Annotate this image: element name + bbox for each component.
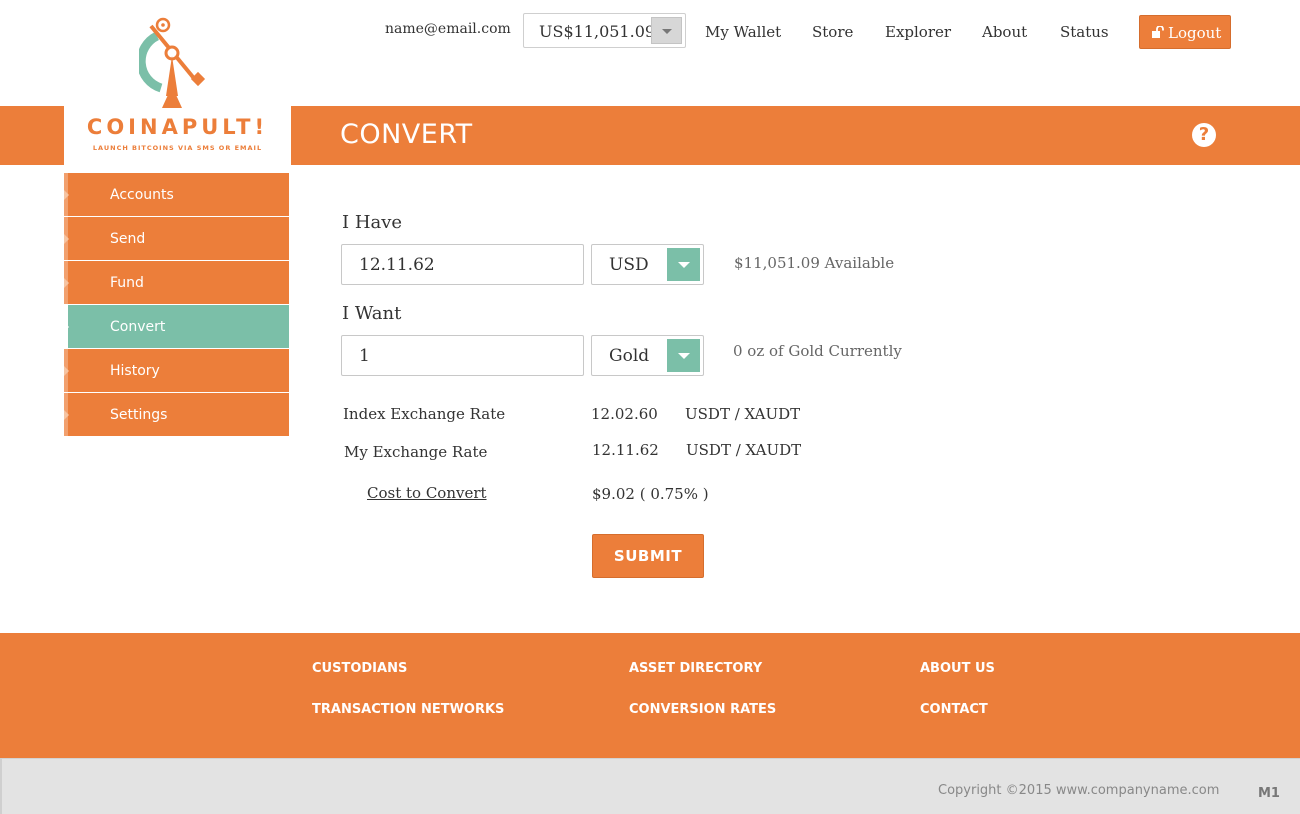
index-rate-label: Index Exchange Rate <box>343 405 506 423</box>
current-holding-note: 0 oz of Gold Currently <box>733 342 902 360</box>
footer: CUSTODIANS TRANSACTION NETWORKS ASSET DI… <box>0 633 1300 758</box>
footer-link-contact[interactable]: CONTACT <box>920 702 988 717</box>
my-rate-label: My Exchange Rate <box>344 443 488 461</box>
cost-to-convert-link[interactable]: Cost to Convert <box>367 484 487 502</box>
sidebar: Accounts Send Fund Convert History Setti… <box>64 173 289 437</box>
logout-label: Logout <box>1168 24 1222 42</box>
sidebar-item-label: Fund <box>110 275 144 291</box>
i-have-label: I Have <box>342 212 403 233</box>
footer-link-transaction-networks[interactable]: TRANSACTION NETWORKS <box>312 702 504 717</box>
my-rate-value: 12.11.62 <box>592 441 659 459</box>
sidebar-notch <box>64 234 69 244</box>
balance-value: US$11,051.09 <box>539 22 656 41</box>
sidebar-item-convert[interactable]: Convert <box>64 305 289 348</box>
sidebar-notch <box>64 190 69 200</box>
index-rate-value: 12.02.60 <box>591 405 658 423</box>
nav-about[interactable]: About <box>982 23 1027 41</box>
have-amount-input[interactable] <box>341 244 584 285</box>
catapult-logo-icon <box>139 17 206 108</box>
want-currency-select[interactable]: Gold <box>591 335 704 376</box>
footer-link-about-us[interactable]: ABOUT US <box>920 661 995 676</box>
footer-link-asset-directory[interactable]: ASSET DIRECTORY <box>629 661 762 676</box>
sidebar-notch <box>64 410 69 420</box>
nav-status[interactable]: Status <box>1060 23 1109 41</box>
sidebar-item-send[interactable]: Send <box>64 217 289 260</box>
logo[interactable]: COINAPULT! LAUNCH BITCOINS VIA SMS OR EM… <box>64 0 291 165</box>
sidebar-item-label: Accounts <box>110 187 174 203</box>
sidebar-item-settings[interactable]: Settings <box>64 393 289 436</box>
my-rate-unit: USDT / XAUDT <box>686 441 802 459</box>
have-currency-value: USD <box>609 255 649 275</box>
nav-store[interactable]: Store <box>812 23 853 41</box>
chevron-down-icon[interactable] <box>667 248 700 281</box>
i-want-label: I Want <box>342 303 402 324</box>
logo-name: COINAPULT! <box>86 115 269 139</box>
user-email: name@email.com <box>385 21 511 37</box>
logout-button[interactable]: Logout <box>1139 15 1231 49</box>
sidebar-item-label: Convert <box>110 319 166 335</box>
sidebar-notch <box>64 366 69 376</box>
unlock-icon <box>1152 26 1164 38</box>
want-amount-input[interactable] <box>341 335 584 376</box>
balance-dropdown[interactable]: US$11,051.09 <box>523 13 686 48</box>
page-title: CONVERT <box>340 119 473 150</box>
available-balance-note: $11,051.09 Available <box>734 254 895 272</box>
help-icon[interactable]: ? <box>1192 123 1216 147</box>
nav-explorer[interactable]: Explorer <box>885 23 951 41</box>
version-label: M1 <box>1258 786 1280 801</box>
sidebar-notch <box>64 278 69 288</box>
footer-link-custodians[interactable]: CUSTODIANS <box>312 661 407 676</box>
submit-button[interactable]: SUBMIT <box>592 534 704 578</box>
sidebar-notch <box>64 322 69 332</box>
logo-tagline: LAUNCH BITCOINS VIA SMS OR EMAIL <box>92 144 263 152</box>
sidebar-item-label: Settings <box>110 407 168 423</box>
sidebar-item-fund[interactable]: Fund <box>64 261 289 304</box>
sidebar-item-history[interactable]: History <box>64 349 289 392</box>
chevron-down-icon[interactable] <box>667 339 700 372</box>
sidebar-item-label: Send <box>110 231 146 247</box>
copyright-text: Copyright ©2015 www.companyname.com <box>938 783 1220 798</box>
have-currency-select[interactable]: USD <box>591 244 704 285</box>
footer-link-conversion-rates[interactable]: CONVERSION RATES <box>629 702 776 717</box>
want-currency-value: Gold <box>609 346 650 366</box>
copyright-bar: Copyright ©2015 www.companyname.com M1 <box>0 758 1300 814</box>
chevron-down-icon[interactable] <box>651 17 682 44</box>
cost-value: $9.02 ( 0.75% ) <box>592 485 709 503</box>
sidebar-item-label: History <box>110 363 160 379</box>
index-rate-unit: USDT / XAUDT <box>685 405 801 423</box>
sidebar-item-accounts[interactable]: Accounts <box>64 173 289 216</box>
nav-my-wallet[interactable]: My Wallet <box>705 23 781 41</box>
